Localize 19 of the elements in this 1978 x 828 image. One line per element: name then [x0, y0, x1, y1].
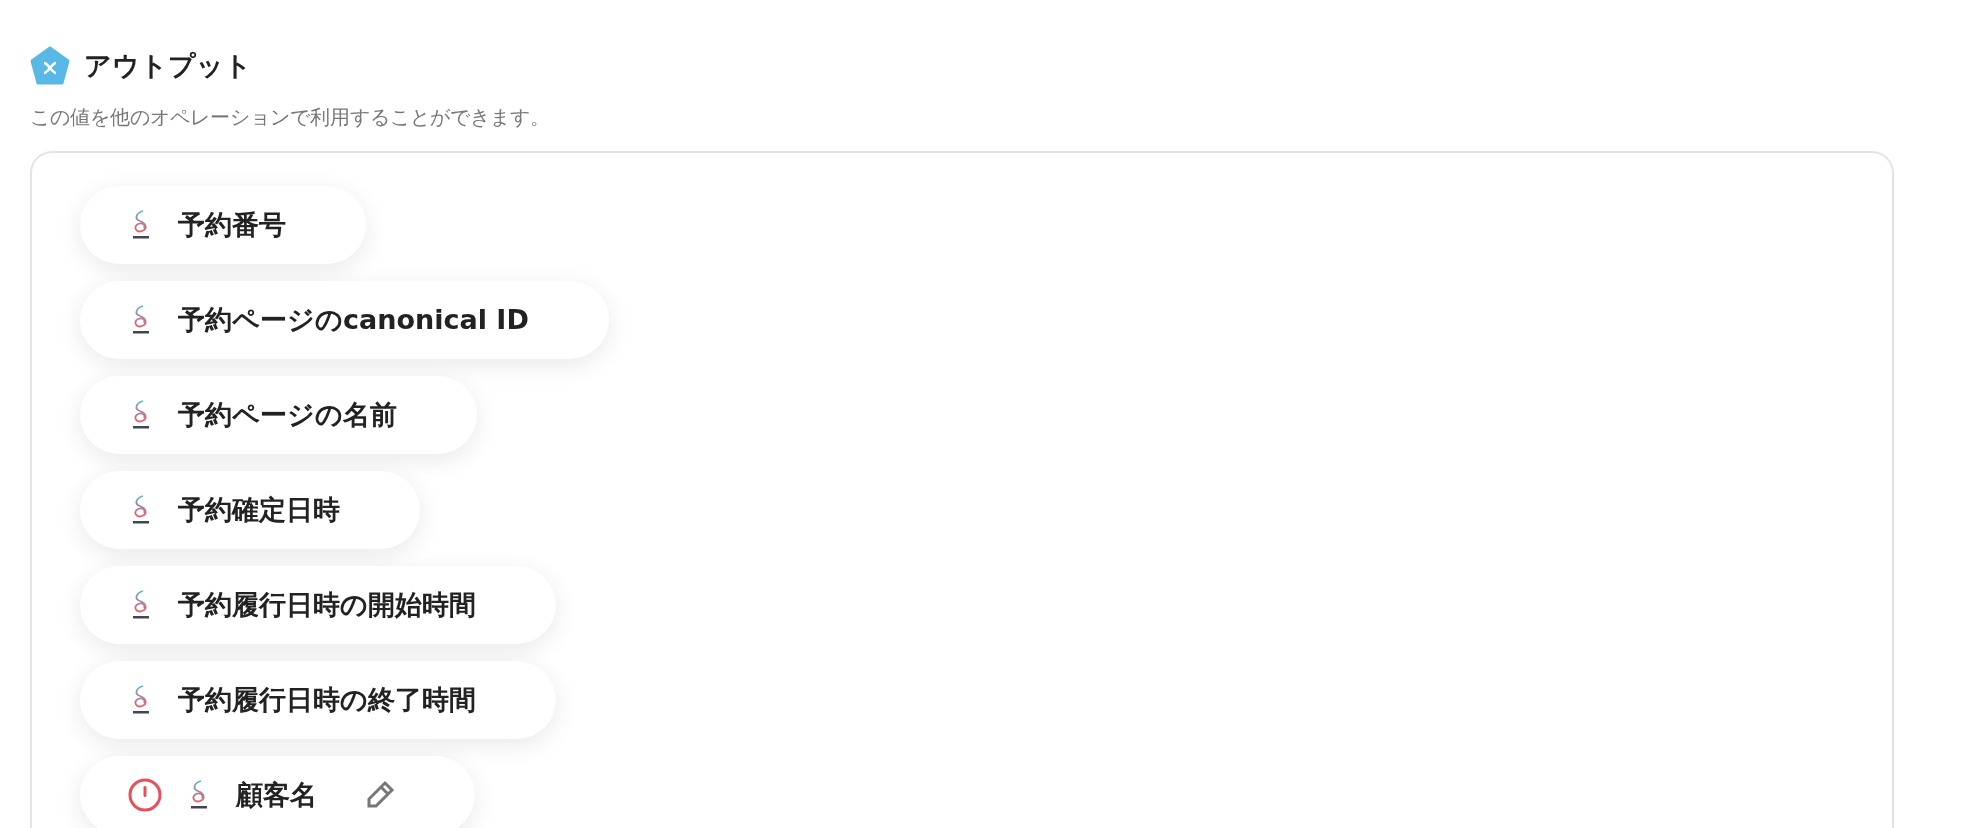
output-chip[interactable]: 顧客名: [80, 756, 475, 828]
output-label: 予約ページの名前: [178, 398, 397, 432]
output-chip[interactable]: 予約履行日時の終了時間: [80, 661, 556, 739]
output-chip[interactable]: 予約ページの名前: [80, 376, 477, 454]
section-title: アウトプット: [84, 49, 252, 83]
output-label: 予約番号: [178, 208, 286, 242]
output-label: 予約履行日時の終了時間: [178, 683, 476, 717]
output-label: 顧客名: [236, 778, 317, 812]
app-logo-icon: [30, 46, 70, 86]
output-label: 予約確定日時: [178, 493, 340, 527]
output-chip[interactable]: 予約確定日時: [80, 471, 420, 549]
output-label: 予約ページのcanonical ID: [178, 303, 529, 337]
section-description: この値を他のオペレーションで利用することができます。: [30, 104, 551, 131]
output-chip[interactable]: 予約履行日時の開始時間: [80, 566, 556, 644]
warning-icon: [128, 778, 162, 812]
output-chip[interactable]: 予約ページのcanonical ID: [80, 281, 609, 359]
pencil-icon[interactable]: [365, 780, 395, 810]
output-label: 予約履行日時の開始時間: [178, 588, 476, 622]
output-chip[interactable]: 予約番号: [80, 186, 366, 264]
